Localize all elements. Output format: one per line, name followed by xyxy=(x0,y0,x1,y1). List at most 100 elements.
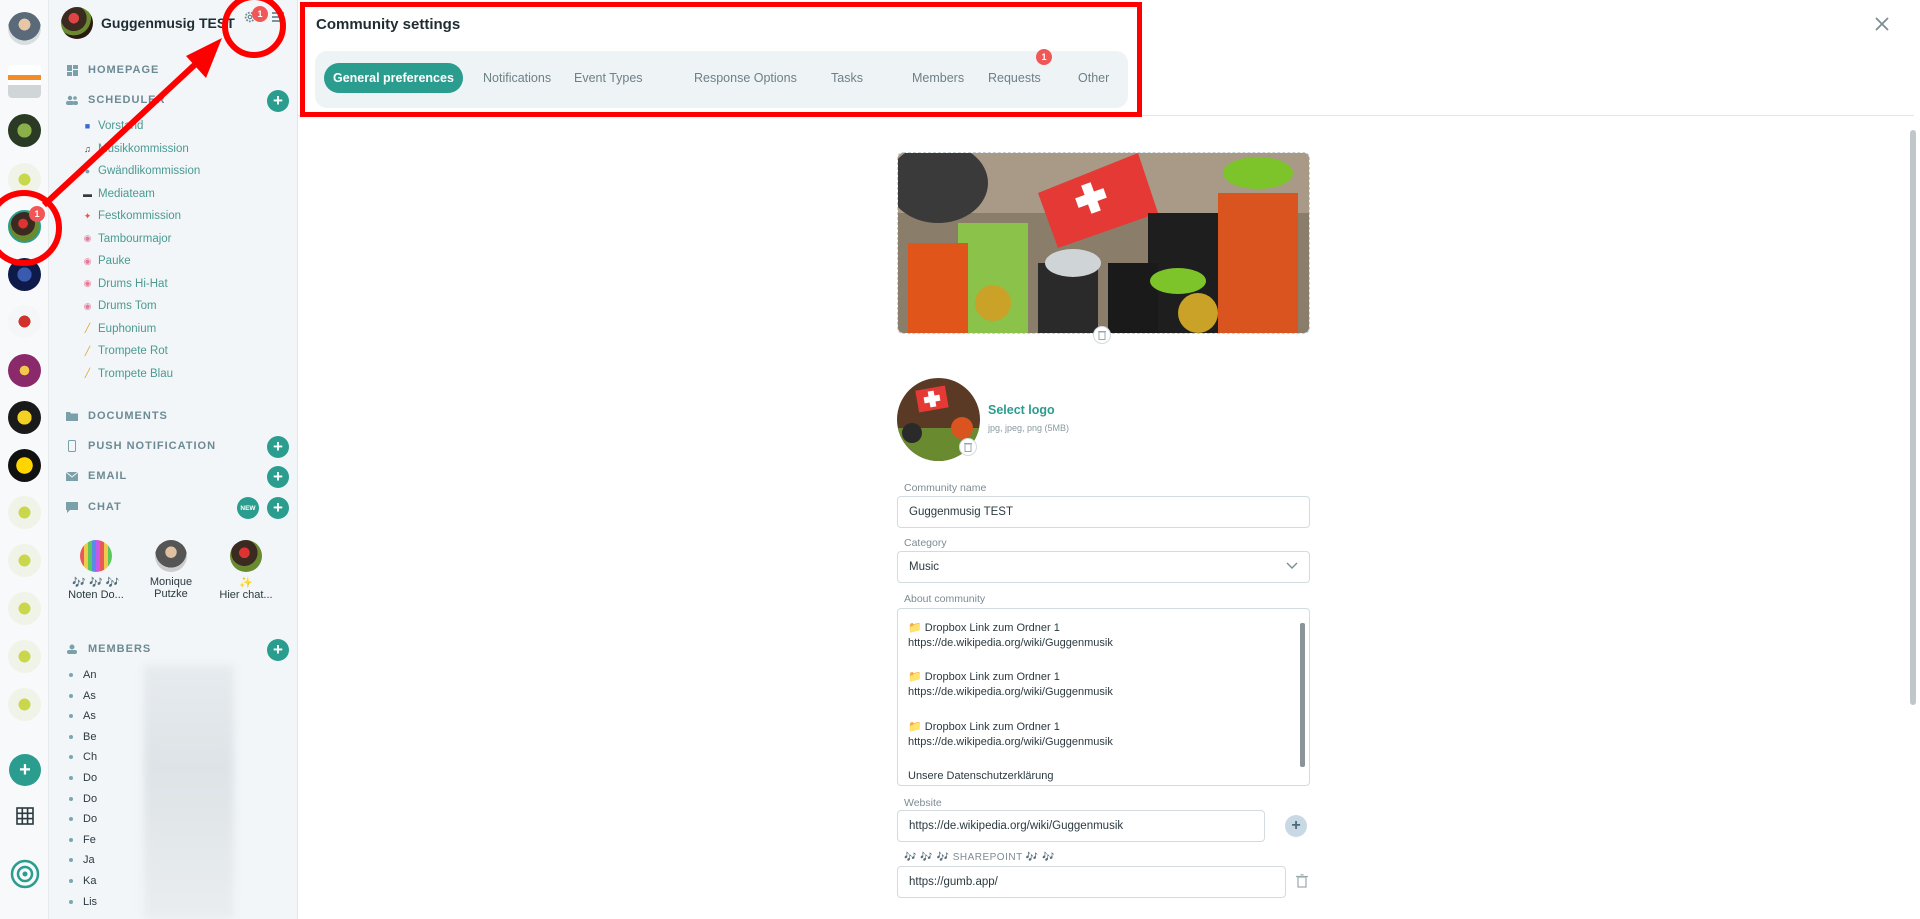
scheduler-item-label: Drums Hi-Hat xyxy=(98,277,168,290)
member-item[interactable]: Ja xyxy=(69,852,95,868)
scheduler-item-icon: ╱ xyxy=(84,368,91,378)
chat-icon xyxy=(66,501,78,513)
person-icon xyxy=(66,643,78,655)
member-name: Lis xyxy=(83,895,98,908)
chat-title-line1: ✨ xyxy=(239,577,253,589)
scheduler-item[interactable]: ◉ Drums Hi-Hat xyxy=(82,275,168,293)
member-name: Do xyxy=(83,792,98,805)
member-item[interactable]: An xyxy=(69,667,96,683)
folder-icon xyxy=(66,410,78,422)
chat-title-line2: Putzke xyxy=(154,588,188,600)
category-value: Music xyxy=(909,561,940,573)
close-icon[interactable] xyxy=(1872,14,1892,34)
grid-icon[interactable] xyxy=(9,800,41,832)
nav-email[interactable]: EMAIL xyxy=(66,466,127,486)
community-icon-10[interactable] xyxy=(8,496,41,529)
chat-title-line2: Hier chat... xyxy=(219,589,273,601)
chat-title-line2: Noten Do... xyxy=(68,589,124,601)
sharepoint-input[interactable]: https://gumb.app/ xyxy=(897,866,1286,898)
member-name: Ja xyxy=(83,854,95,867)
member-item[interactable]: Do xyxy=(69,791,97,807)
scheduler-item[interactable]: ╱ Trompete Rot xyxy=(82,342,168,360)
website-label: Website xyxy=(904,797,942,809)
about-textarea[interactable]: 📁 Dropbox Link zum Ordner 1 https://de.wi… xyxy=(897,608,1310,786)
member-dot xyxy=(69,693,73,698)
member-dot xyxy=(69,858,73,863)
community-icon-11[interactable] xyxy=(8,544,41,577)
member-item[interactable]: Ka xyxy=(69,873,96,889)
member-item[interactable]: Do xyxy=(69,770,97,786)
member-item[interactable]: Fe xyxy=(69,832,96,848)
app-logo-icon[interactable] xyxy=(9,858,41,890)
community-icon-8[interactable] xyxy=(8,401,41,434)
chat-avatar xyxy=(230,540,262,572)
member-dot xyxy=(69,776,73,780)
select-logo-link[interactable]: Select logo xyxy=(988,403,1055,417)
community-icon-14[interactable] xyxy=(8,688,41,721)
community-name-label: Community name xyxy=(904,482,987,494)
remove-cover-button[interactable] xyxy=(1093,326,1111,344)
member-dot xyxy=(69,796,73,801)
website-input[interactable]: https://de.wikipedia.org/wiki/Guggenmusi… xyxy=(897,810,1265,842)
member-item[interactable]: Ch xyxy=(69,749,97,765)
scheduler-item-icon: ╱ xyxy=(84,345,91,356)
member-dot xyxy=(69,755,73,760)
scheduler-item[interactable]: ◉ Drums Tom xyxy=(82,297,157,315)
scheduler-item-icon: ◉ xyxy=(83,300,92,311)
remove-logo-button[interactable] xyxy=(959,438,977,456)
scheduler-item-label: Drums Tom xyxy=(98,300,157,312)
member-name: Fe xyxy=(83,833,96,846)
sharepoint-label: 🎶 🎶 🎶 SHAREPOINT 🎶 🎶 xyxy=(904,852,1055,863)
nav-push-label: PUSH NOTIFICATION xyxy=(88,440,217,452)
textarea-scrollbar[interactable] xyxy=(1300,623,1305,767)
about-line: 📁 Dropbox Link zum Ordner 1 xyxy=(908,671,1060,683)
annotation-box xyxy=(300,2,1142,117)
category-select[interactable]: Music xyxy=(897,551,1310,583)
scheduler-item-icon: ╱ xyxy=(84,323,91,333)
cover-image[interactable] xyxy=(897,152,1310,334)
member-item[interactable]: Lis xyxy=(69,894,97,910)
nav-push-notification[interactable]: PUSH NOTIFICATION xyxy=(66,436,216,456)
community-icon-7[interactable] xyxy=(8,354,41,387)
nav-chat[interactable]: CHAT xyxy=(66,497,122,517)
chat-title-line1: Monique xyxy=(149,576,193,588)
member-item[interactable]: Be xyxy=(69,729,96,745)
member-name: Ch xyxy=(83,751,98,764)
logo-format-hint: jpg, jpeg, png (5MB) xyxy=(988,423,1070,433)
page-scrollbar[interactable] xyxy=(1910,130,1916,705)
community-icon-13[interactable] xyxy=(8,640,41,673)
community-name-input[interactable]: Guggenmusig TEST xyxy=(897,496,1310,528)
mail-icon xyxy=(66,470,78,482)
add-push-button[interactable]: + xyxy=(267,436,289,458)
nav-members[interactable]: MEMBERS xyxy=(66,639,151,659)
scheduler-item-label: Trompete Blau xyxy=(98,367,173,380)
member-item[interactable]: As xyxy=(69,688,96,704)
member-item[interactable]: Do xyxy=(69,811,97,827)
chat-title-line1: 🎶 🎶 🎶 xyxy=(72,577,120,589)
add-link-button[interactable]: + xyxy=(1285,815,1307,837)
member-name: Ka xyxy=(83,875,97,887)
chat-tile[interactable]: 🎶 🎶 🎶 Noten Do... xyxy=(61,540,131,601)
about-line: 📁 Dropbox Link zum Ordner 1 xyxy=(908,721,1060,733)
member-item[interactable]: As xyxy=(69,708,96,724)
community-icon-12[interactable] xyxy=(8,592,41,625)
member-dot xyxy=(69,714,73,719)
delete-link-icon[interactable] xyxy=(1296,874,1308,893)
add-member-button[interactable]: + xyxy=(267,639,289,661)
new-badge: NEW xyxy=(237,497,259,519)
chat-tile[interactable]: ✨ Hier chat... xyxy=(211,540,281,601)
add-community-button[interactable]: + xyxy=(9,754,41,786)
about-line: Unsere Datenschutzerklärung xyxy=(908,770,1054,782)
community-icon-6[interactable] xyxy=(8,305,41,338)
add-email-button[interactable]: + xyxy=(267,466,289,488)
community-icon-9[interactable] xyxy=(8,449,41,482)
add-chat-button[interactable]: + xyxy=(267,497,289,519)
scheduler-item[interactable]: ╱ Euphonium xyxy=(82,320,156,338)
member-dot xyxy=(69,734,73,739)
annotation-arrow xyxy=(41,38,222,208)
scheduler-item[interactable]: ╱ Trompete Blau xyxy=(82,365,173,383)
chat-tile[interactable]: Monique Putzke xyxy=(136,540,206,600)
about-label: About community xyxy=(904,593,986,605)
scheduler-item-label: Euphonium xyxy=(98,322,157,335)
nav-documents[interactable]: DOCUMENTS xyxy=(66,406,168,426)
